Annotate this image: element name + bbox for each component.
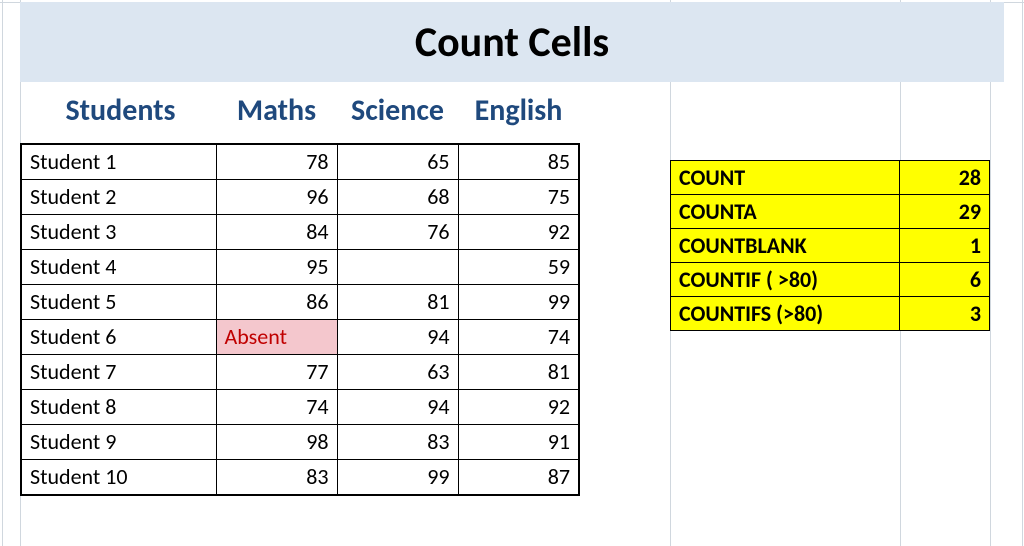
table-header-row: Students Maths Science English	[21, 82, 579, 144]
maths-cell[interactable]: 84	[216, 215, 337, 250]
english-cell[interactable]: 92	[458, 390, 579, 425]
maths-cell[interactable]: 95	[216, 250, 337, 285]
summary-row[interactable]: COUNTA29	[671, 195, 990, 229]
science-cell[interactable]: 68	[337, 180, 458, 215]
science-cell[interactable]: 94	[337, 320, 458, 355]
english-cell[interactable]: 85	[458, 144, 579, 180]
table-row[interactable]: Student 5868199	[21, 285, 579, 320]
summary-label[interactable]: COUNTBLANK	[671, 229, 900, 263]
summary-label[interactable]: COUNTA	[671, 195, 900, 229]
student-name-cell[interactable]: Student 5	[21, 285, 216, 320]
maths-cell[interactable]: 98	[216, 425, 337, 460]
maths-cell[interactable]: 77	[216, 355, 337, 390]
student-name-cell[interactable]: Student 8	[21, 390, 216, 425]
student-name-cell[interactable]: Student 3	[21, 215, 216, 250]
summary-row[interactable]: COUNTIFS (>80)3	[671, 297, 990, 331]
student-name-cell[interactable]: Student 10	[21, 460, 216, 496]
english-cell[interactable]: 91	[458, 425, 579, 460]
science-cell[interactable]	[337, 250, 458, 285]
summary-value[interactable]: 29	[900, 195, 990, 229]
summary-row[interactable]: COUNTBLANK1	[671, 229, 990, 263]
table-row[interactable]: Student 7776381	[21, 355, 579, 390]
table-row[interactable]: Student 10839987	[21, 460, 579, 496]
student-name-cell[interactable]: Student 7	[21, 355, 216, 390]
english-cell[interactable]: 87	[458, 460, 579, 496]
table-row[interactable]: Student 3847692	[21, 215, 579, 250]
student-name-cell[interactable]: Student 2	[21, 180, 216, 215]
summary-value[interactable]: 28	[900, 161, 990, 195]
maths-cell[interactable]: 78	[216, 144, 337, 180]
science-cell[interactable]: 76	[337, 215, 458, 250]
table-row[interactable]: Student 8749492	[21, 390, 579, 425]
maths-cell[interactable]: 83	[216, 460, 337, 496]
summary-label[interactable]: COUNTIF ( >80)	[671, 263, 900, 297]
student-scores-table: Students Maths Science English Student 1…	[20, 82, 580, 496]
english-cell[interactable]: 59	[458, 250, 579, 285]
maths-cell[interactable]: 86	[216, 285, 337, 320]
summary-label[interactable]: COUNT	[671, 161, 900, 195]
science-cell[interactable]: 83	[337, 425, 458, 460]
table-row[interactable]: Student 495 59	[21, 250, 579, 285]
table-row[interactable]: Student 2966875	[21, 180, 579, 215]
maths-cell-absent[interactable]: Absent	[216, 320, 337, 355]
english-cell[interactable]: 74	[458, 320, 579, 355]
table-row[interactable]: Student 1786585	[21, 144, 579, 180]
col-header-science: Science	[337, 82, 458, 144]
summary-label[interactable]: COUNTIFS (>80)	[671, 297, 900, 331]
summary-row[interactable]: COUNTIF ( >80)6	[671, 263, 990, 297]
maths-cell[interactable]: 96	[216, 180, 337, 215]
summary-value[interactable]: 3	[900, 297, 990, 331]
english-cell[interactable]: 81	[458, 355, 579, 390]
spreadsheet-sheet: Count Cells Students Maths Science Engli…	[0, 0, 1024, 546]
page-title: Count Cells	[415, 17, 609, 68]
col-header-maths: Maths	[216, 82, 337, 144]
count-summary-table: COUNT28COUNTA29COUNTBLANK1COUNTIF ( >80)…	[670, 160, 990, 331]
summary-value[interactable]: 6	[900, 263, 990, 297]
english-cell[interactable]: 99	[458, 285, 579, 320]
english-cell[interactable]: 92	[458, 215, 579, 250]
science-cell[interactable]: 94	[337, 390, 458, 425]
student-name-cell[interactable]: Student 1	[21, 144, 216, 180]
maths-cell[interactable]: 74	[216, 390, 337, 425]
science-cell[interactable]: 65	[337, 144, 458, 180]
science-cell[interactable]: 99	[337, 460, 458, 496]
title-banner: Count Cells	[20, 2, 1004, 82]
english-cell[interactable]: 75	[458, 180, 579, 215]
science-cell[interactable]: 81	[337, 285, 458, 320]
table-row[interactable]: Student 6Absent9474	[21, 320, 579, 355]
student-name-cell[interactable]: Student 4	[21, 250, 216, 285]
student-name-cell[interactable]: Student 6	[21, 320, 216, 355]
student-name-cell[interactable]: Student 9	[21, 425, 216, 460]
summary-row[interactable]: COUNT28	[671, 161, 990, 195]
summary-value[interactable]: 1	[900, 229, 990, 263]
col-header-english: English	[458, 82, 579, 144]
table-row[interactable]: Student 9988391	[21, 425, 579, 460]
science-cell[interactable]: 63	[337, 355, 458, 390]
col-header-students: Students	[21, 82, 216, 144]
